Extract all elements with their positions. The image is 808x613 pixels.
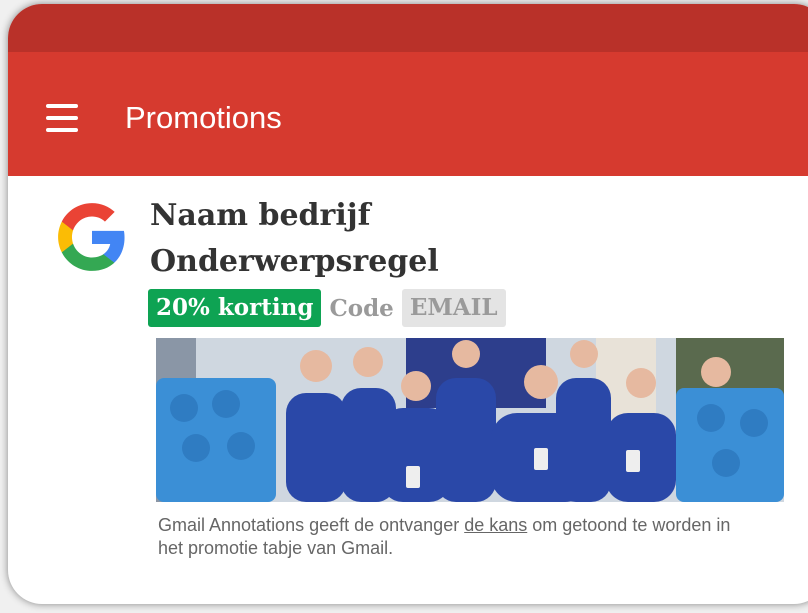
caption-text: Gmail Annotations geeft de ontvanger de … (158, 514, 758, 560)
promo-annotation-row: 20% korting Code EMAIL (148, 287, 506, 329)
hamburger-menu-icon[interactable] (46, 102, 78, 134)
google-logo-icon (58, 203, 125, 271)
email-sender[interactable]: Naam bedrijf (150, 196, 371, 236)
caption-link[interactable]: de kans (464, 515, 527, 535)
code-label: Code (329, 294, 394, 322)
caption-text-before: Gmail Annotations geeft de ontvanger (158, 515, 465, 535)
status-bar (8, 4, 808, 52)
team-photo-image (156, 338, 784, 502)
page-title: Promotions (125, 100, 282, 135)
email-subject[interactable]: Onderwerpsregel (150, 242, 439, 282)
promo-code-badge[interactable]: EMAIL (401, 289, 506, 327)
promo-image[interactable] (156, 338, 784, 502)
discount-badge[interactable]: 20% korting (148, 289, 322, 327)
